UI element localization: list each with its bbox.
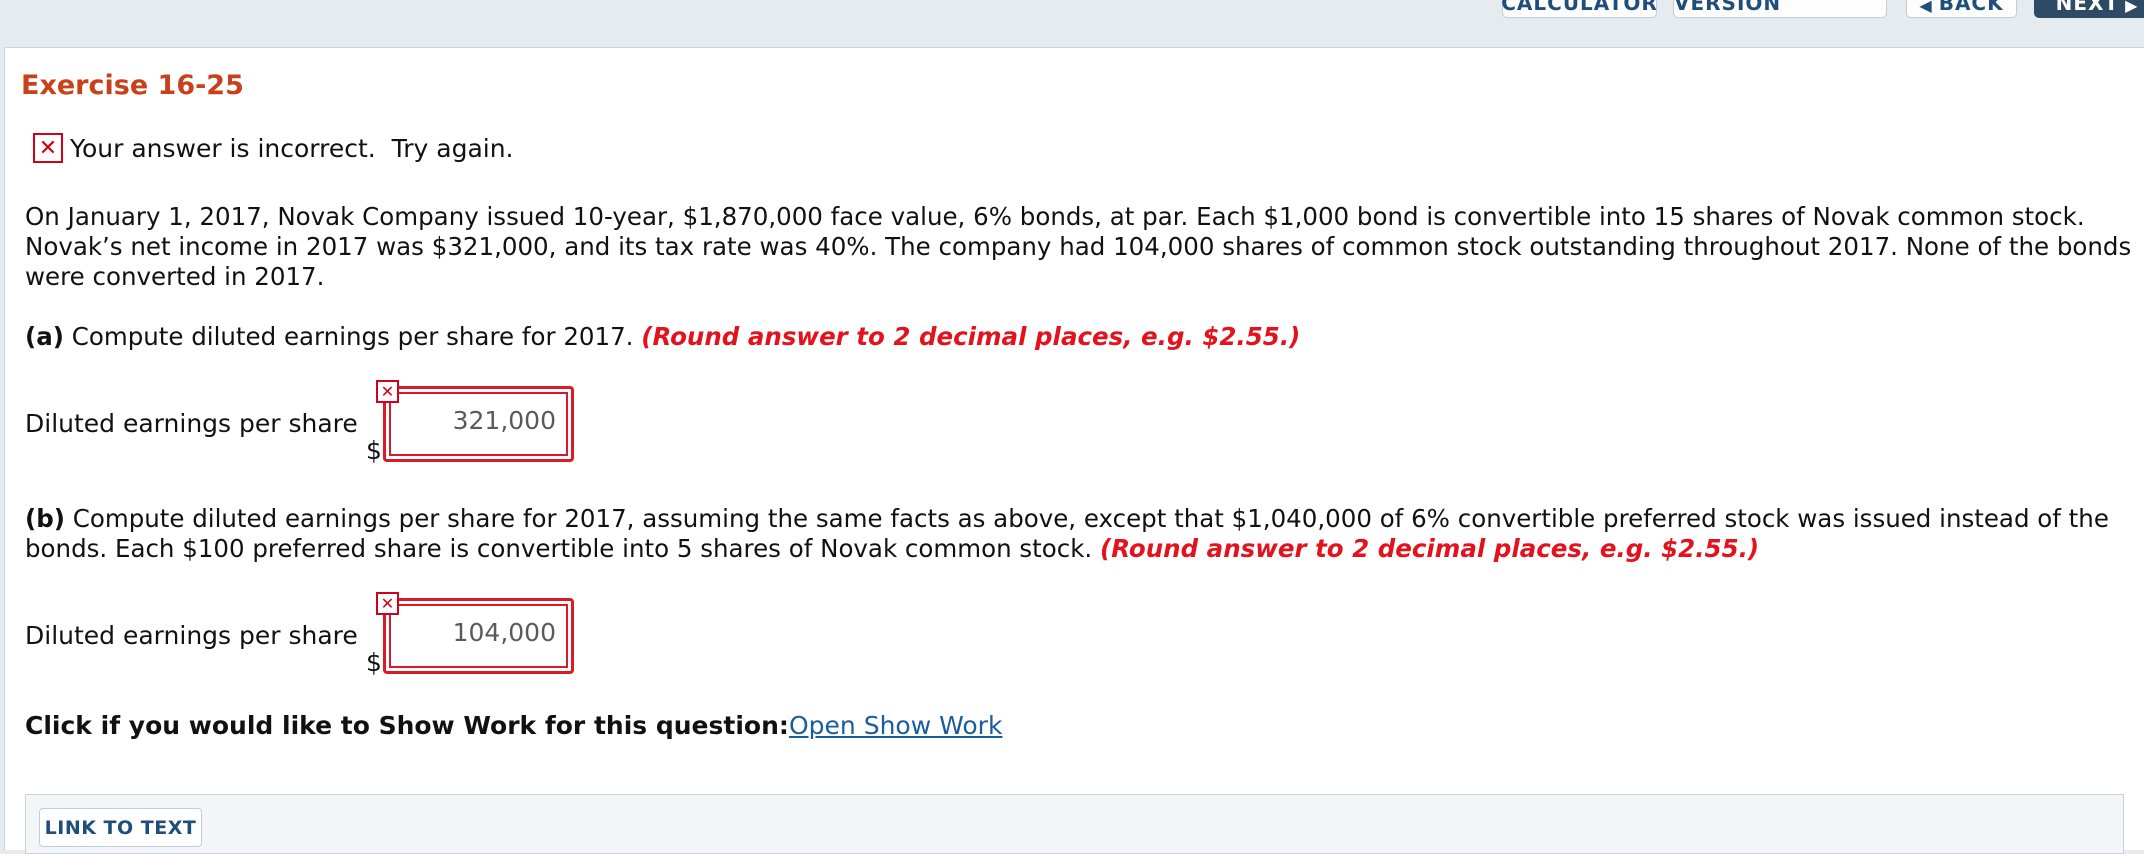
show-work-prompt: Click if you would like to Show Work for… bbox=[25, 711, 789, 740]
part-b-field-label: Diluted earnings per share bbox=[25, 621, 358, 650]
part-b-question-text-2: bonds. Each $100 preferred share is conv… bbox=[25, 534, 1093, 563]
x-icon: ✕ bbox=[376, 380, 399, 403]
part-b-answer-value[interactable]: 104,000 bbox=[389, 604, 568, 668]
part-a-answer-input[interactable]: 321,000 bbox=[383, 386, 574, 462]
link-to-text-button[interactable]: LINK TO TEXT bbox=[39, 808, 202, 847]
problem-line: were converted in 2017. bbox=[25, 262, 325, 291]
part-a-marker: (a) bbox=[25, 322, 64, 351]
chevron-right-icon: ▶ bbox=[2125, 0, 2139, 15]
status-message: Your answer is incorrect. Try again. bbox=[70, 133, 514, 163]
part-b-marker: (b) bbox=[25, 504, 65, 533]
part-b-question-line: bonds. Each $100 preferred share is conv… bbox=[25, 534, 2135, 564]
back-button[interactable]: ◀ BACK bbox=[1906, 0, 2017, 18]
part-b-hint: (Round answer to 2 decimal places, e.g. … bbox=[1100, 534, 1760, 563]
problem-line: Novak’s net income in 2017 was $321,000,… bbox=[25, 232, 2132, 261]
x-icon: ✕ bbox=[376, 592, 399, 615]
chevron-left-icon: ◀ bbox=[1919, 0, 1933, 15]
open-show-work-link[interactable]: Open Show Work bbox=[789, 711, 1002, 740]
part-a-question: (a) Compute diluted earnings per share f… bbox=[25, 322, 2135, 352]
x-icon: ✕ bbox=[33, 133, 63, 163]
back-label: BACK bbox=[1938, 0, 2004, 15]
problem-text: On January 1, 2017, Novak Company issued… bbox=[25, 202, 2135, 292]
link-to-text-section bbox=[25, 794, 2124, 854]
printer-version-button[interactable]: PRINTER VERSION bbox=[1673, 0, 1887, 18]
problem-line: On January 1, 2017, Novak Company issued… bbox=[25, 202, 2085, 231]
toolbar: CALCULATOR PRINTER VERSION ◀ BACK NEXT ▶ bbox=[0, 0, 2144, 30]
part-a-hint: (Round answer to 2 decimal places, e.g. … bbox=[641, 322, 1301, 351]
part-a-currency: $ bbox=[366, 436, 382, 465]
part-b-answer-input[interactable]: 104,000 bbox=[383, 598, 574, 674]
part-b-question-text: Compute diluted earnings per share for 2… bbox=[72, 504, 2109, 533]
part-a-question-text: Compute diluted earnings per share for 2… bbox=[71, 322, 634, 351]
part-a-field-label: Diluted earnings per share bbox=[25, 409, 358, 438]
part-b-question: (b) Compute diluted earnings per share f… bbox=[25, 504, 2135, 564]
exercise-title: Exercise 16-25 bbox=[21, 70, 244, 101]
next-button[interactable]: NEXT ▶ bbox=[2034, 0, 2144, 18]
part-a-answer-value[interactable]: 321,000 bbox=[389, 392, 568, 456]
part-b-question-line: (b) Compute diluted earnings per share f… bbox=[25, 504, 2135, 534]
next-label: NEXT bbox=[2055, 0, 2120, 15]
answer-status: ✕ Your answer is incorrect. Try again. bbox=[33, 133, 514, 163]
part-b-currency: $ bbox=[366, 648, 382, 677]
calculator-button[interactable]: CALCULATOR bbox=[1501, 0, 1657, 18]
